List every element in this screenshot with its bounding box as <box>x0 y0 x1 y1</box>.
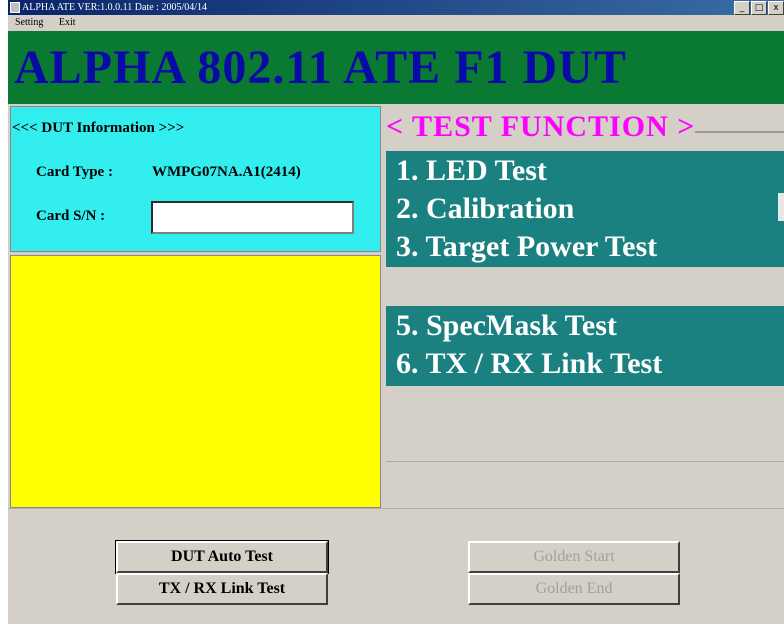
app-icon[interactable] <box>10 2 20 13</box>
test-item-txrx-link[interactable]: 6. TX / RX Link Test <box>396 346 662 382</box>
window-title: ALPHA ATE VER:1.0.0.11 Date : 2005/04/14 <box>22 2 207 13</box>
menu-setting[interactable]: Setting <box>8 15 49 31</box>
test-item-specmask[interactable]: 5. SpecMask Test <box>396 308 617 344</box>
txrx-link-test-button[interactable]: TX / RX Link Test <box>116 573 328 605</box>
scrollbar-stub[interactable] <box>778 193 784 221</box>
test-item-calibration[interactable]: 2. Calibration <box>396 191 574 227</box>
card-type-label: Card Type : <box>36 164 113 180</box>
golden-end-button[interactable]: Golden End <box>468 573 680 605</box>
card-type-value: WMPG07NA.A1(2414) <box>152 164 301 180</box>
golden-start-button[interactable]: Golden Start <box>468 541 680 573</box>
minimize-button[interactable]: _ <box>734 1 750 15</box>
panel-divider <box>386 461 784 462</box>
window-title-bar[interactable]: ALPHA ATE VER:1.0.0.11 Date : 2005/04/14 <box>8 0 784 15</box>
maximize-button[interactable]: □ <box>751 1 767 15</box>
window-controls: _ □ x <box>734 1 784 15</box>
test-item-target-power[interactable]: 3. Target Power Test <box>396 229 657 265</box>
log-output-area[interactable] <box>10 255 381 508</box>
app-banner: ALPHA 802.11 ATE F1 DUT <box>8 31 784 104</box>
close-button[interactable]: x <box>768 1 784 15</box>
test-function-header: < TEST FUNCTION > <box>386 110 696 144</box>
dut-auto-test-button[interactable]: DUT Auto Test <box>115 540 329 574</box>
test-item-led[interactable]: 1. LED Test <box>396 153 547 189</box>
card-sn-label: Card S/N : <box>36 208 106 224</box>
menu-bar: Setting Exit <box>8 15 784 31</box>
menu-exit[interactable]: Exit <box>52 15 82 31</box>
card-sn-input[interactable] <box>151 201 354 234</box>
dut-info-header: <<< DUT Information >>> <box>12 120 185 136</box>
